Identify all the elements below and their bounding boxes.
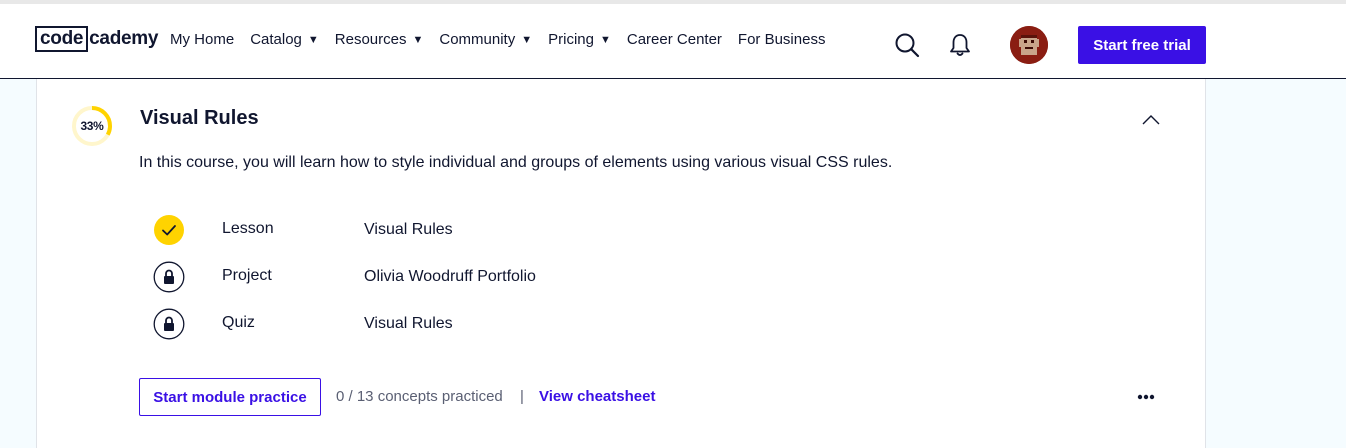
nav-my-home[interactable]: My Home [170, 31, 234, 48]
start-module-practice-button[interactable]: Start module practice [139, 378, 321, 416]
caret-down-icon: ▼ [521, 33, 533, 46]
caret-down-icon: ▼ [599, 33, 611, 46]
logo-cademy: cademy [89, 28, 159, 49]
nav-catalog[interactable]: Catalog ▼ [250, 31, 319, 48]
codecademy-logo[interactable]: code cademy [35, 25, 158, 53]
progress-percent: 33% [80, 119, 104, 133]
chevron-up-icon[interactable] [1141, 113, 1161, 127]
more-options-icon[interactable] [1135, 389, 1157, 405]
lock-icon [153, 308, 185, 340]
module-title: Visual Rules [140, 107, 259, 129]
view-cheatsheet-link[interactable]: View cheatsheet [539, 388, 655, 405]
bell-icon[interactable] [947, 32, 973, 58]
start-free-trial-button[interactable]: Start free trial [1078, 26, 1206, 64]
nav-for-business-label: For Business [737, 31, 826, 48]
module-card: 33% Visual Rules In this course, you wil… [36, 79, 1206, 448]
item-type: Quiz [222, 314, 255, 331]
nav-pricing[interactable]: Pricing ▼ [548, 31, 611, 48]
lock-icon [153, 261, 185, 293]
user-avatar[interactable] [1010, 26, 1048, 64]
main-nav: My Home Catalog ▼ Resources ▼ Community ▼ P… [170, 31, 841, 48]
nav-resources[interactable]: Resources ▼ [335, 31, 424, 48]
nav-community[interactable]: Community ▼ [439, 31, 532, 48]
concepts-practiced-count: 0 / 13 concepts practiced [336, 388, 503, 405]
item-link[interactable]: Visual Rules [364, 221, 453, 239]
module-item-quiz: Quiz Visual Rules [153, 308, 853, 340]
nav-my-home-label: My Home [170, 31, 235, 48]
nav-community-label: Community [439, 31, 516, 48]
nav-pricing-label: Pricing [548, 31, 594, 48]
module-item-project: Project Olivia Woodruff Portfolio [153, 261, 853, 293]
top-navigation-bar: code cademy My Home Catalog ▼ Resources ▼ C… [0, 0, 1346, 79]
item-link[interactable]: Visual Rules [364, 315, 453, 333]
module-description: In this course, you will learn how to st… [139, 154, 893, 171]
module-item-lesson: Lesson Visual Rules [153, 214, 853, 246]
completed-check-icon [154, 215, 184, 245]
search-icon[interactable] [894, 32, 920, 58]
pixel-avatar-icon [1010, 26, 1048, 64]
separator: | [520, 388, 524, 405]
nav-for-business[interactable]: For Business [738, 31, 826, 48]
nav-career-center[interactable]: Career Center [627, 31, 722, 48]
logo-code: code [35, 26, 89, 52]
item-type: Project [222, 267, 272, 284]
item-link[interactable]: Olivia Woodruff Portfolio [364, 268, 536, 286]
item-type: Lesson [222, 220, 274, 237]
nav-resources-label: Resources [334, 31, 407, 48]
nav-catalog-label: Catalog [250, 31, 302, 48]
nav-career-center-label: Career Center [626, 31, 722, 48]
caret-down-icon: ▼ [307, 33, 319, 46]
caret-down-icon: ▼ [412, 33, 424, 46]
